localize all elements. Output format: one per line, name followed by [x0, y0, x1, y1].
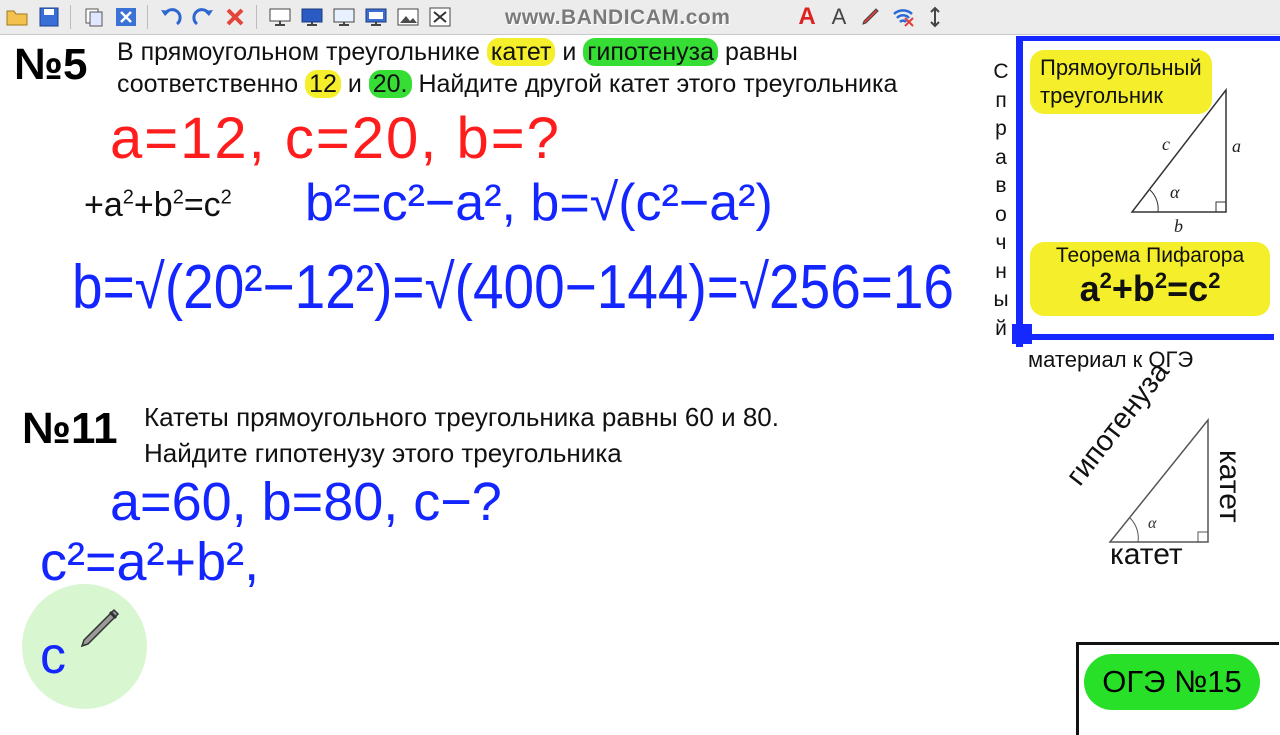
wifi-tool-icon[interactable] — [888, 2, 918, 32]
exponent: 2 — [1208, 268, 1221, 293]
reference-vertical-label: С п р а в о ч н ы й — [990, 58, 1012, 343]
vertical-letter: о — [995, 202, 1007, 226]
vertical-letter: ы — [993, 288, 1009, 311]
ink-p11-line2: c²=a²+b², — [40, 532, 259, 592]
save-icon[interactable] — [34, 2, 64, 32]
vertical-letter: р — [995, 117, 1007, 140]
formula-a: a — [1079, 268, 1100, 309]
watermark: www.BANDICAM.com — [505, 6, 731, 29]
exponent: 2 — [1154, 268, 1168, 293]
ink-p5-line2: b²=c²−a², b=√(c²−a²) — [305, 174, 773, 232]
vertical-letter: в — [995, 174, 1007, 197]
picture-icon[interactable] — [393, 2, 423, 32]
formula-c: c — [1188, 268, 1209, 309]
font-size-glyph: A — [831, 4, 847, 29]
delete-icon[interactable] — [220, 2, 250, 32]
folder-icon[interactable] — [2, 2, 32, 32]
triangle2-bottom-leg-label: катет — [1110, 538, 1183, 571]
triangle-label-b: b — [1174, 216, 1183, 236]
vertical-letter: С — [993, 60, 1009, 83]
reference-panel-bottom — [1016, 334, 1274, 340]
ink-p11-line1: a=60, b=80, c−? — [110, 472, 502, 532]
font-size-icon[interactable]: A — [824, 2, 854, 32]
font-color-glyph: A — [798, 3, 816, 30]
pen-cursor-icon — [80, 608, 120, 648]
ink-p11-line3: c — [40, 627, 66, 685]
triangle2-alpha: α — [1148, 515, 1157, 532]
monitor-icon[interactable] — [297, 2, 327, 32]
triangle-label-c: c — [1162, 134, 1170, 154]
toolbar-separator — [70, 5, 71, 29]
theorem-label: Теорема Пифагора — [1055, 244, 1245, 267]
reference-panel-corner — [1012, 324, 1032, 344]
screen-icon[interactable] — [265, 2, 295, 32]
triangle2-vertical-leg-label: катет — [1213, 450, 1246, 523]
monitor2-icon[interactable] — [329, 2, 359, 32]
right-triangle-diagram: c a b α — [1130, 87, 1241, 236]
resize-icon[interactable] — [920, 2, 950, 32]
handwriting-layer: a=12, c=20, b=? b²=c²−a², b=√(c²−a²) b=√… — [40, 106, 954, 592]
problem11-text-line2: Найдите гипотенузу этого треугольника — [144, 438, 622, 468]
exponent: 2 — [1099, 268, 1112, 293]
undo-icon[interactable] — [156, 2, 186, 32]
toolbar-separator — [256, 5, 257, 29]
problem11-text-line1: Катеты прямоугольного треугольника равны… — [144, 402, 779, 432]
font-color-icon[interactable]: A — [792, 2, 822, 32]
reference-caption: материал к ОГЭ — [1028, 347, 1194, 372]
monitor3-icon[interactable] — [361, 2, 391, 32]
whiteboard[interactable]: №5 В прямоугольном треугольнике катет и … — [0, 34, 1280, 735]
vertical-letter: й — [995, 316, 1007, 340]
theorem-formula: a2+b2=c2 — [1079, 268, 1221, 309]
vertical-letter: п — [995, 88, 1007, 112]
vertical-letter: н — [995, 259, 1007, 283]
vertical-letter: ч — [995, 231, 1007, 254]
pythagoras-theorem-box: Теорема Пифагора a2+b2=c2 — [1030, 242, 1270, 316]
close-window-icon[interactable] — [111, 2, 141, 32]
problem11-number: №11 — [22, 404, 118, 453]
ink-p5-line3: b=√(20²−12²)=√(400−144)=√256=16 — [72, 253, 954, 322]
pen-icon[interactable] — [856, 2, 886, 32]
ink-p5-line1: a=12, c=20, b=? — [110, 106, 561, 171]
copy-icon[interactable] — [79, 2, 109, 32]
cut-icon[interactable] — [425, 2, 455, 32]
triangle-label-alpha: α — [1170, 182, 1180, 202]
formula-b: b — [1132, 268, 1155, 309]
toolbar: www.BANDICAM.com A A — [0, 0, 1280, 35]
triangle-label-a: a — [1232, 136, 1241, 156]
oge-badge: ОГЭ №15 — [1084, 654, 1260, 710]
toolbar-separator — [147, 5, 148, 29]
redo-icon[interactable] — [188, 2, 218, 32]
vertical-letter: а — [995, 145, 1007, 169]
reference-title-line1: Прямоугольный — [1040, 55, 1202, 80]
